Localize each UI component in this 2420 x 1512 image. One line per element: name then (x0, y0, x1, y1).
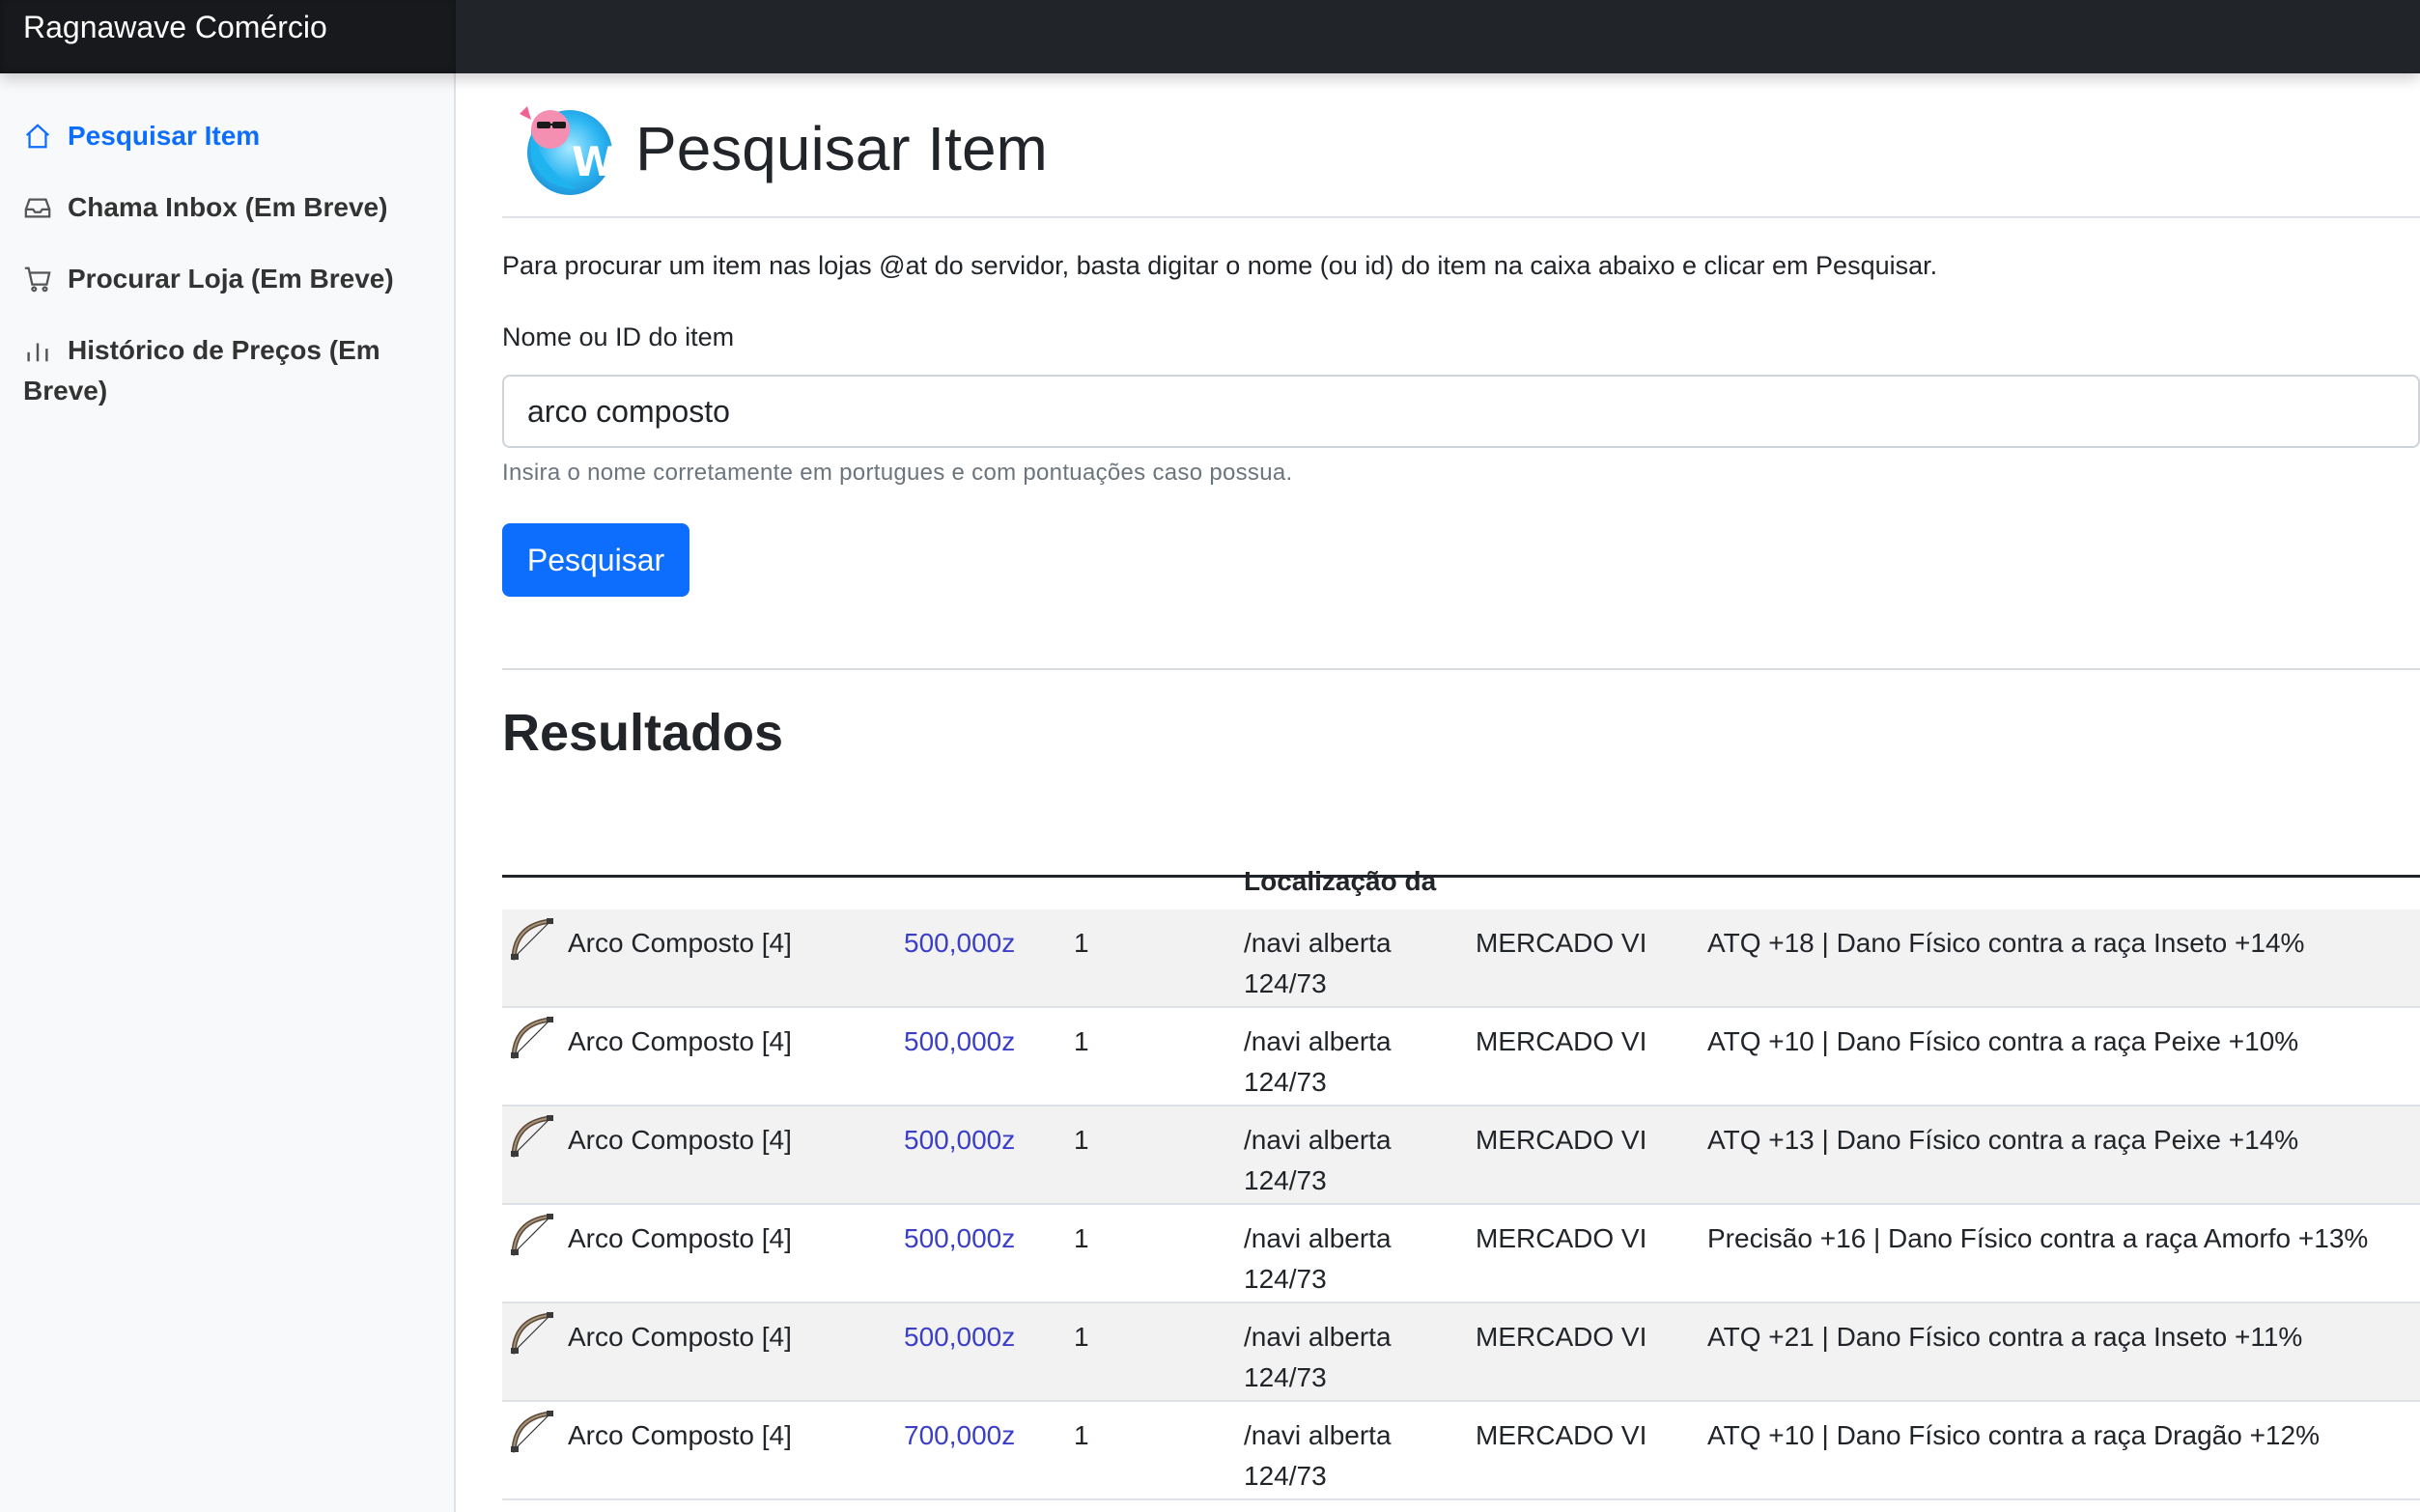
divider (502, 668, 2420, 670)
table-row: Arco Composto [4] 500,000z 1/navi alberta 1… (502, 1106, 2420, 1205)
shop-location: /navi alberta 124/73 (1244, 1022, 1392, 1103)
item-name: Arco Composto [4] (568, 928, 792, 958)
shop-location-line: /navi alberta (1244, 1420, 1392, 1450)
brand-area: Ragnawave Comércio (0, 0, 456, 73)
seller-name: MERCADO VI (1476, 1322, 1647, 1352)
seller-name: MERCADO VI (1476, 1125, 1647, 1155)
bow-icon (511, 1312, 553, 1355)
shop-location: /navi alberta 124/73 (1244, 1317, 1392, 1398)
shop-location-line: 124/73 (1244, 1362, 1327, 1392)
brand-link[interactable]: Ragnawave Comércio (23, 10, 327, 45)
shop-location-line: /navi alberta (1244, 1125, 1392, 1155)
item-price: 700,000z (904, 1420, 1016, 1450)
bow-icon (511, 1017, 553, 1059)
item-bonus: ATQ +10 | Dano Físico contra a raça Peix… (1707, 1026, 2299, 1056)
table-header-rule (502, 875, 2420, 878)
seller-name: MERCADO VI (1476, 1223, 1647, 1253)
search-help-text: Insira o nome corretamente em portugues … (502, 460, 1293, 486)
item-price: 500,000z (904, 1223, 1016, 1253)
results-title: Resultados (502, 704, 784, 762)
table-row: Arco Composto [4] 700,000z 1/navi alberta 1… (502, 1402, 2420, 1500)
item-bonus: ATQ +13 | Dano Físico contra a raça Peix… (1707, 1125, 2299, 1155)
main-content: W Pesquisar Item Para procurar um item n… (502, 73, 2420, 1512)
item-quantity: 1 (1074, 1223, 1089, 1253)
shop-location-line: 124/73 (1244, 1165, 1327, 1195)
shop-location-line: /navi alberta (1244, 1322, 1392, 1352)
search-field-label: Nome ou ID do item (502, 322, 735, 351)
table-row: Arco Composto [4] 500,000z 1/navi alberta 1… (502, 910, 2420, 1008)
sidebar-item-label: Pesquisar Item (68, 121, 261, 151)
item-bonus: ATQ +10 | Dano Físico contra a raça Drag… (1707, 1420, 2320, 1450)
shop-location-line: /navi alberta (1244, 1026, 1392, 1056)
shop-location-line: 124/73 (1244, 1461, 1327, 1491)
sidebar: Pesquisar Item Chama Inbox (Em Breve) Pr… (0, 73, 456, 1512)
top-navbar: Ragnawave Comércio (0, 0, 2420, 73)
ragnawave-logo: W (502, 100, 616, 197)
table-row: Arco Composto [4] 500,000z 1/navi alberta 1… (502, 1205, 2420, 1303)
page-title: Pesquisar Item (635, 114, 1048, 183)
seller-name: MERCADO VI (1476, 1026, 1647, 1056)
shop-location: /navi alberta 124/73 (1244, 1415, 1392, 1497)
item-name: Arco Composto [4] (568, 1322, 792, 1352)
item-quantity: 1 (1074, 1420, 1089, 1450)
home-icon (23, 116, 54, 156)
item-name: Arco Composto [4] (568, 1223, 792, 1253)
shop-location-line: 124/73 (1244, 968, 1327, 998)
sidebar-item-pesquisar-item[interactable]: Pesquisar Item (23, 116, 429, 156)
item-name: Arco Composto [4] (568, 1026, 792, 1056)
seller-name: MERCADO VI (1476, 928, 1647, 958)
sidebar-item-historico-precos[interactable]: Histórico de Preços (Em Breve) (23, 330, 429, 411)
svg-text:W: W (572, 138, 616, 185)
cart-icon (23, 259, 54, 299)
item-quantity: 1 (1074, 1322, 1089, 1352)
item-price: 500,000z (904, 928, 1016, 958)
sidebar-item-procurar-loja[interactable]: Procurar Loja (Em Breve) (23, 259, 429, 299)
sidebar-item-label: Procurar Loja (Em Breve) (68, 264, 394, 294)
intro-text: Para procurar um item nas lojas @at do s… (502, 251, 1938, 280)
divider (502, 216, 2420, 218)
item-quantity: 1 (1074, 1125, 1089, 1155)
sidebar-item-chama-inbox[interactable]: Chama Inbox (Em Breve) (23, 187, 429, 228)
shop-location-line: 124/73 (1244, 1264, 1327, 1294)
item-price: 500,000z (904, 1125, 1016, 1155)
search-button[interactable]: Pesquisar (502, 523, 689, 597)
bow-icon (511, 918, 553, 961)
shop-location: /navi alberta 124/73 (1244, 923, 1392, 1004)
table-row: Arco Composto [4] 500,000z 1/navi alberta 1… (502, 1303, 2420, 1402)
page-header: W Pesquisar Item (502, 100, 1048, 197)
inbox-icon (23, 187, 54, 228)
bow-icon (511, 1115, 553, 1158)
item-bonus: Precisão +16 | Dano Físico contra a raça… (1707, 1223, 2369, 1253)
bow-icon (511, 1411, 553, 1453)
search-input[interactable] (502, 375, 2420, 448)
shop-location-line: /navi alberta (1244, 1223, 1392, 1253)
seller-name: MERCADO VI (1476, 1420, 1647, 1450)
item-name: Arco Composto [4] (568, 1125, 792, 1155)
sidebar-item-label: Chama Inbox (Em Breve) (68, 192, 388, 222)
item-quantity: 1 (1074, 1026, 1089, 1056)
item-bonus: ATQ +21 | Dano Físico contra a raça Inse… (1707, 1322, 2303, 1352)
table-row: Arco Composto [4] 500,000z 1/navi alberta 1… (502, 1008, 2420, 1106)
shop-location-line: /navi alberta (1244, 928, 1392, 958)
bow-icon (511, 1214, 553, 1256)
item-price: 500,000z (904, 1322, 1016, 1352)
bar-chart-icon (23, 330, 54, 371)
sidebar-item-label: Histórico de Preços (Em Breve) (23, 335, 380, 406)
shop-location: /navi alberta 124/73 (1244, 1120, 1392, 1201)
item-price: 500,000z (904, 1026, 1016, 1056)
item-quantity: 1 (1074, 928, 1089, 958)
item-bonus: ATQ +18 | Dano Físico contra a raça Inse… (1707, 928, 2305, 958)
shop-location-line: 124/73 (1244, 1067, 1327, 1097)
item-name: Arco Composto [4] (568, 1420, 792, 1450)
shop-location: /navi alberta 124/73 (1244, 1218, 1392, 1300)
column-header-location-line: Localização da (1244, 866, 1437, 896)
